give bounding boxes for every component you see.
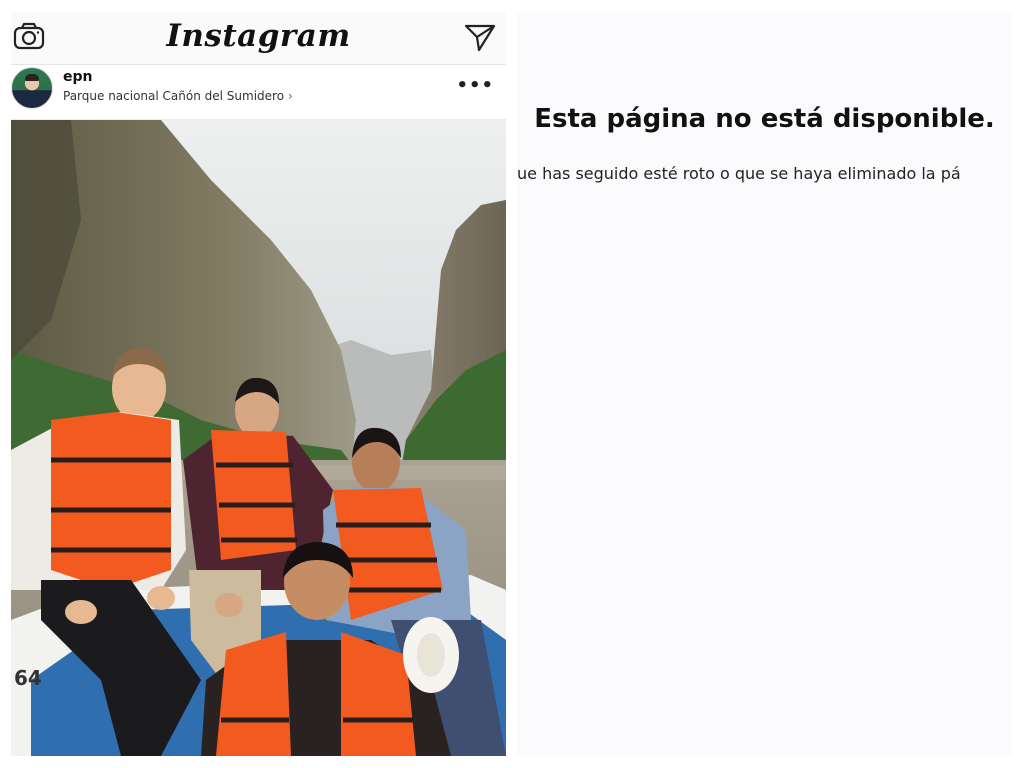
instagram-top-bar: Instagram bbox=[11, 12, 506, 65]
error-message: ue has seguido esté roto o que se haya e… bbox=[517, 164, 961, 183]
canyon-photo: 64 bbox=[11, 120, 506, 756]
post-username[interactable]: epn bbox=[63, 69, 92, 85]
post-header: epn Parque nacional Cañón del Sumidero › … bbox=[11, 65, 506, 120]
instagram-post-screenshot: Instagram epn Parque nacional Cañón del … bbox=[11, 12, 506, 756]
direct-message-button[interactable] bbox=[464, 22, 496, 52]
unavailable-page-screenshot: Esta página no está disponible. ue has s… bbox=[517, 12, 1012, 756]
instagram-logo[interactable]: Instagram bbox=[11, 18, 506, 54]
location-text: Parque nacional Cañón del Sumidero bbox=[63, 89, 285, 103]
page-title: Esta página no está disponible. bbox=[534, 104, 995, 134]
avatar[interactable] bbox=[11, 67, 53, 109]
more-options-button[interactable]: ••• bbox=[456, 75, 494, 96]
chevron-right-icon: › bbox=[288, 89, 293, 103]
boat-number: 64 bbox=[14, 666, 42, 690]
avatar-hair bbox=[25, 74, 39, 81]
paper-plane-icon bbox=[464, 24, 496, 52]
post-location[interactable]: Parque nacional Cañón del Sumidero › bbox=[63, 89, 293, 103]
